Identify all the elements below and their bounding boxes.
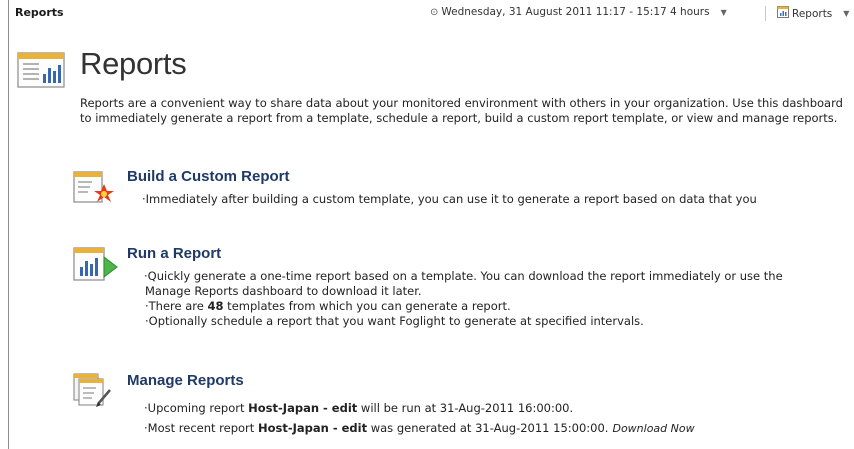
- manage-reports-bullets: ·Upcoming report Host-Japan - edit will …: [144, 398, 695, 439]
- bullet-text: Upcoming report: [147, 401, 249, 415]
- list-item: ·Most recent report Host-Japan - edit wa…: [144, 421, 695, 435]
- bullet-text: was generated at 31-Aug-2011 15:00:00.: [367, 421, 609, 435]
- reports-menu-label: Reports: [792, 7, 833, 20]
- report-chart-icon: [17, 52, 65, 92]
- bullet-text: Manage Reports dashboard to download it …: [145, 284, 422, 298]
- build-report-bullets: ·Immediately after building a custom tem…: [142, 192, 757, 207]
- bullet-text: Immediately after building a custom temp…: [145, 192, 757, 206]
- toolbar-divider: [765, 6, 766, 21]
- chevron-down-icon: ▼: [843, 9, 850, 18]
- bullet-text: Quickly generate a one-time report based…: [147, 269, 783, 283]
- bullet-text: There are: [148, 299, 208, 313]
- panel-title: Reports: [15, 6, 64, 19]
- bullet-text: Most recent report: [147, 421, 258, 435]
- list-item: ·Optionally schedule a report that you w…: [145, 314, 644, 328]
- intro-text: Reports are a convenient way to share da…: [80, 96, 843, 125]
- chevron-down-icon: ▼: [720, 7, 727, 17]
- list-item: ·There are 48 templates from which you c…: [145, 299, 511, 313]
- page-title: Reports: [80, 46, 187, 81]
- clock-icon: ⊙: [430, 6, 439, 18]
- template-count: 48: [207, 299, 224, 313]
- top-bar: Reports ⊙ Wednesday, 31 August 2011 11:1…: [8, 0, 854, 28]
- run-report-bullets: ·Quickly generate a one-time report base…: [144, 269, 783, 284]
- report-name: Host-Japan - edit: [257, 421, 368, 435]
- build-custom-report-link[interactable]: Build a Custom Report: [127, 168, 290, 185]
- bullet-text: templates from which you can generate a …: [223, 299, 511, 313]
- time-range-label: Wednesday, 31 August 2011 11:17 - 15:17 …: [441, 6, 710, 18]
- download-now-link[interactable]: Download Now: [612, 422, 694, 435]
- run-report-link[interactable]: Run a Report: [127, 245, 221, 262]
- list-item: ·Immediately after building a custom tem…: [142, 192, 757, 206]
- run-report-bullets-cont: Manage Reports dashboard to download it …: [145, 284, 644, 329]
- list-item: Manage Reports dashboard to download it …: [145, 284, 644, 299]
- bullet-text: will be run at 31-Aug-2011 16:00:00.: [357, 401, 574, 415]
- report-name: Host-Japan - edit: [248, 401, 358, 415]
- manage-reports-icon: [72, 372, 118, 416]
- list-item: ·Quickly generate a one-time report base…: [144, 269, 783, 283]
- left-border: [8, 28, 9, 449]
- list-item: ·Upcoming report Host-Japan - edit will …: [144, 401, 574, 415]
- reports-menu-button[interactable]: Reports ▼: [777, 6, 849, 21]
- reports-icon: [777, 6, 789, 21]
- run-report-icon: [72, 245, 118, 289]
- manage-reports-link[interactable]: Manage Reports: [127, 372, 244, 389]
- bullet-text: Optionally schedule a report that you wa…: [148, 314, 644, 328]
- build-report-icon: [72, 168, 118, 212]
- time-range-selector[interactable]: ⊙ Wednesday, 31 August 2011 11:17 - 15:1…: [430, 6, 727, 18]
